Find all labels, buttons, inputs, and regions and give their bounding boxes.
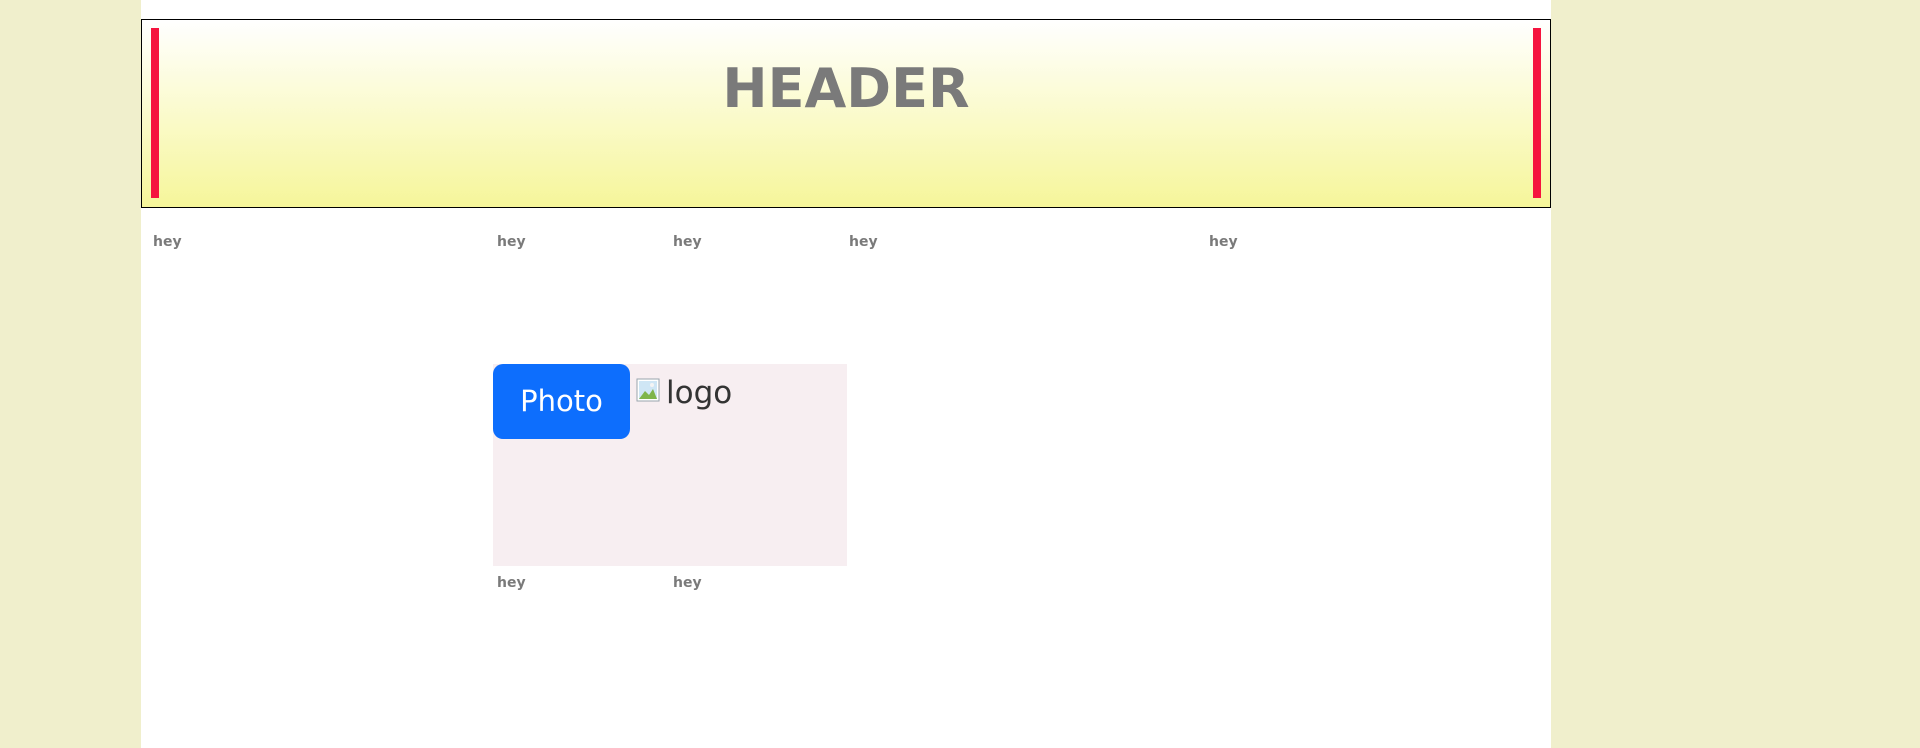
hey-label-5: hey <box>1209 234 1238 250</box>
hey-label-4: hey <box>849 234 878 250</box>
page-container: HEADER hey hey hey hey hey Photo logo he… <box>141 0 1551 748</box>
photo-panel: Photo logo <box>493 364 847 566</box>
hey-label-7: hey <box>673 575 702 591</box>
hey-label-6: hey <box>497 575 526 591</box>
header-right-accent-bar <box>1533 28 1541 198</box>
hey-label-2: hey <box>497 234 526 250</box>
logo-alt-text: logo <box>666 375 733 411</box>
photo-button[interactable]: Photo <box>493 364 630 439</box>
logo-image: logo <box>636 378 732 410</box>
header-title: HEADER <box>722 57 970 120</box>
broken-image-icon <box>636 378 666 410</box>
hey-label-1: hey <box>153 234 182 250</box>
header-banner: HEADER <box>141 19 1551 208</box>
hey-label-3: hey <box>673 234 702 250</box>
